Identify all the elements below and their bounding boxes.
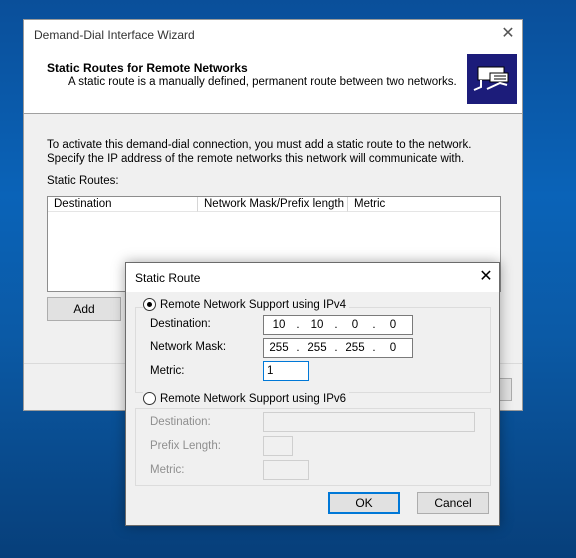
wizard-header-title: Static Routes for Remote Networks xyxy=(47,61,248,75)
dialog-close-icon[interactable]: ✕ xyxy=(476,267,496,287)
ipv4-mask-label: Network Mask: xyxy=(150,341,227,353)
ip-octet[interactable]: 0 xyxy=(378,319,408,331)
ipv6-prefix-label: Prefix Length: xyxy=(150,440,221,452)
wizard-title: Demand-Dial Interface Wizard xyxy=(34,28,195,42)
dialog-title: Static Route xyxy=(135,271,201,285)
column-header-mask[interactable]: Network Mask/Prefix length xyxy=(198,197,348,212)
ipv4-metric-input[interactable]: 1 xyxy=(263,361,309,381)
static-routes-label: Static Routes: xyxy=(47,175,119,187)
ipv6-radio-label: Remote Network Support using IPv6 xyxy=(160,392,347,405)
ipv6-radio-option[interactable]: Remote Network Support using IPv6 xyxy=(143,392,350,405)
network-cable-icon xyxy=(467,54,517,104)
wizard-titlebar: Demand-Dial Interface Wizard ✕ xyxy=(24,20,522,50)
ipv4-destination-input[interactable]: 10. 10. 0. 0 xyxy=(263,315,413,335)
cancel-button[interactable]: Cancel xyxy=(417,492,489,514)
ipv6-destination-label: Destination: xyxy=(150,416,211,428)
ipv6-destination-input xyxy=(263,412,475,432)
dialog-titlebar: Static Route ✕ xyxy=(126,263,499,292)
ip-octet[interactable]: 10 xyxy=(302,319,332,331)
ipv6-metric-input xyxy=(263,460,309,480)
ip-octet[interactable]: 255 xyxy=(340,342,370,354)
ipv4-radio[interactable] xyxy=(143,298,156,311)
column-header-metric[interactable]: Metric xyxy=(348,197,500,212)
wizard-intro-text: To activate this demand-dial connection,… xyxy=(47,139,472,165)
ip-octet[interactable]: 255 xyxy=(264,342,294,354)
ipv6-metric-label: Metric: xyxy=(150,464,185,476)
wizard-close-icon[interactable]: ✕ xyxy=(498,24,518,44)
ipv6-prefix-input xyxy=(263,436,293,456)
ipv4-metric-label: Metric: xyxy=(150,365,185,377)
ip-octet[interactable]: 0 xyxy=(340,319,370,331)
ipv4-destination-label: Destination: xyxy=(150,318,211,330)
ipv4-radio-label: Remote Network Support using IPv4 xyxy=(160,298,347,311)
ip-octet[interactable]: 255 xyxy=(302,342,332,354)
add-route-button[interactable]: Add xyxy=(47,297,121,321)
column-header-destination[interactable]: Destination xyxy=(48,197,198,212)
wizard-header-subtitle: A static route is a manually defined, pe… xyxy=(68,76,457,88)
static-route-dialog: Static Route ✕ Remote Network Support us… xyxy=(125,262,500,526)
ok-button[interactable]: OK xyxy=(328,492,400,514)
ipv4-radio-option[interactable]: Remote Network Support using IPv4 xyxy=(143,298,350,311)
ip-octet[interactable]: 10 xyxy=(264,319,294,331)
ipv6-radio[interactable] xyxy=(143,392,156,405)
ip-octet[interactable]: 0 xyxy=(378,342,408,354)
ipv4-mask-input[interactable]: 255. 255. 255. 0 xyxy=(263,338,413,358)
